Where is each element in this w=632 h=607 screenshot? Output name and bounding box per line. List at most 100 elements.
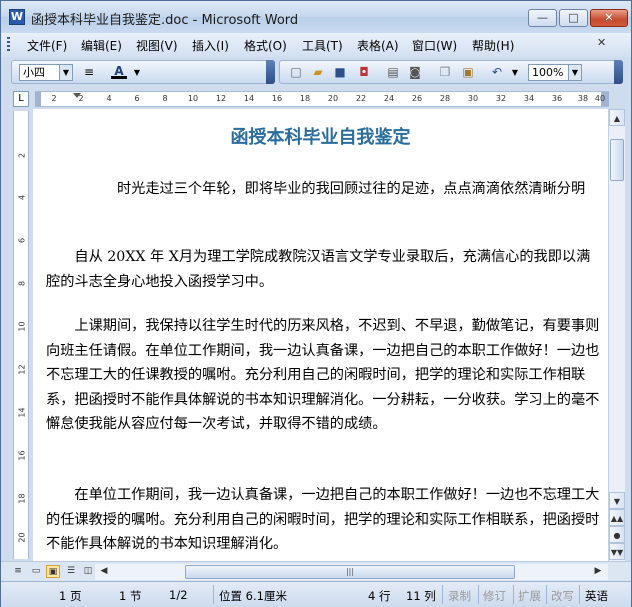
chevron-down-icon[interactable]: ▼ [129, 65, 145, 80]
reading-layout-icon[interactable]: ◫ [81, 565, 95, 578]
menu-edit[interactable]: 编辑(E) [81, 37, 122, 54]
status-record-macro[interactable]: 录制 [448, 588, 471, 604]
ruler-tick: 20 [327, 94, 339, 103]
permission-icon[interactable]: ◘ [356, 65, 372, 80]
chevron-down-icon[interactable]: ▼ [568, 65, 581, 80]
menu-view[interactable]: 视图(V) [136, 37, 178, 54]
tab-stop-selector[interactable]: L [13, 91, 29, 107]
horizontal-scrollbar[interactable]: ◀ ||| ▶ [95, 564, 608, 580]
toolbar-options-icon[interactable] [266, 60, 275, 84]
paragraph: 时光走过三个年轮，即将毕业的我回顾过往的足迹，点点滴滴依然清晰分明 [46, 181, 586, 197]
word-app-icon[interactable]: W [9, 9, 25, 25]
menu-tools[interactable]: 工具(T) [302, 37, 343, 54]
ruler-tick: 18 [299, 94, 311, 103]
title-bar: W 函授本科毕业自我鉴定.doc - Microsoft Word — □ ✕ [1, 1, 631, 33]
ruler-tick: 24 [383, 94, 395, 103]
web-layout-icon[interactable]: ▭ [29, 565, 43, 578]
scroll-down-icon[interactable]: ▼ [609, 492, 625, 509]
status-row: 4 行 [368, 589, 391, 603]
new-document-icon[interactable]: □ [288, 65, 304, 80]
menu-table[interactable]: 表格(A) [357, 37, 399, 54]
close-button[interactable]: ✕ [590, 9, 628, 27]
font-size-combo[interactable]: 小四 ▼ [19, 64, 73, 81]
ruler-tick: 28 [439, 94, 451, 103]
menu-format[interactable]: 格式(O) [244, 37, 287, 54]
document-title: 函授本科毕业自我鉴定 [230, 127, 411, 148]
vruler-tick: 18 [17, 493, 27, 504]
previous-page-icon[interactable]: ▲▲ [609, 509, 625, 526]
vruler-tick: 2 [17, 152, 27, 159]
status-section: 1 节 [119, 589, 142, 603]
vruler-tick: 10 [17, 321, 27, 332]
ruler-tick: 2 [51, 94, 57, 103]
scroll-left-icon[interactable]: ◀ [97, 565, 111, 578]
horizontal-scroll-thumb[interactable]: ||| [185, 565, 515, 579]
open-folder-icon[interactable]: ▰ [310, 65, 326, 80]
select-browse-object-icon[interactable]: ● [609, 526, 625, 543]
align-justify-icon[interactable]: ≡ [81, 65, 97, 80]
menu-file[interactable]: 文件(F) [27, 37, 67, 54]
chevron-down-icon[interactable]: ▼ [59, 65, 72, 80]
horizontal-ruler[interactable]: 2 2 4 6 8 10 12 14 16 18 20 22 24 26 28 … [35, 91, 609, 107]
ruler-tick: 32 [495, 94, 507, 103]
zoom-combo[interactable]: 100% ▼ [528, 64, 582, 81]
ruler-tick: 14 [243, 94, 255, 103]
paste-icon[interactable]: ▣ [460, 65, 476, 80]
vruler-tick: 20 [17, 532, 27, 543]
ruler-tick: 8 [162, 94, 168, 103]
vruler-tick: 14 [17, 407, 27, 418]
status-pages: 1/2 [169, 588, 188, 602]
toolbar-options-icon[interactable] [614, 60, 623, 84]
ruler-tick: 4 [106, 94, 112, 103]
doc-window-controls: ✕ [593, 36, 623, 54]
normal-view-icon[interactable]: ≡ [11, 565, 25, 578]
ruler-tick: 30 [467, 94, 479, 103]
paragraph: 自从 20XX 年 X月为理工学院成教院汉语言文学专业录取后，充满信心的我即以满… [46, 249, 591, 290]
window-title: 函授本科毕业自我鉴定.doc - Microsoft Word [31, 13, 299, 28]
doc-close-icon[interactable]: ✕ [597, 36, 606, 49]
menu-grip[interactable] [7, 37, 10, 53]
font-color-icon[interactable]: A [111, 65, 127, 79]
ruler-tick: 10 [187, 94, 199, 103]
status-extend[interactable]: 扩展 [518, 588, 541, 604]
undo-icon[interactable]: ↶ [489, 65, 505, 80]
menu-window[interactable]: 窗口(W) [412, 37, 457, 54]
scroll-up-icon[interactable]: ▲ [609, 109, 625, 126]
status-overtype[interactable]: 改写 [551, 588, 574, 604]
status-position: 位置 6.1厘米 [219, 589, 287, 603]
menu-help[interactable]: 帮助(H) [472, 37, 514, 54]
ruler-tick: 40 [594, 94, 606, 103]
vertical-scrollbar[interactable]: ▲ ▼ ▲▲ ● ▼▼ [608, 109, 625, 561]
scroll-right-icon[interactable]: ▶ [591, 565, 605, 578]
menu-insert[interactable]: 插入(I) [192, 37, 229, 54]
ruler-tick: 22 [355, 94, 367, 103]
paragraph: 上课期间，我保持以往学生时代的历来风格，不迟到、不早退，勤做笔记，有要事则向班主… [46, 318, 600, 432]
outline-view-icon[interactable]: ☰ [64, 565, 78, 578]
menu-bar: 文件(F) 编辑(E) 视图(V) 插入(I) 格式(O) 工具(T) 表格(A… [1, 33, 631, 57]
document-page[interactable]: 函授本科毕业自我鉴定 时光走过三个年轮，即将毕业的我回顾过往的足迹，点点滴滴依然… [33, 109, 608, 561]
status-page: 1 页 [59, 589, 82, 603]
copy-icon[interactable]: ❐ [437, 65, 453, 80]
view-and-scroll-row: ≡ ▭ ▣ ☰ ◫ ◀ ||| ▶ [1, 561, 631, 581]
vertical-scroll-thumb[interactable] [610, 139, 624, 181]
vertical-ruler[interactable]: 2 4 6 8 10 12 14 16 18 20 [13, 111, 29, 559]
status-column: 11 列 [406, 589, 436, 603]
paragraph: 在单位工作期间，我一边认真备课，一边把自己的本职工作做好！一边也不忘理工大的任课… [46, 487, 600, 552]
ruler-tick: 12 [215, 94, 227, 103]
next-page-icon[interactable]: ▼▼ [609, 543, 625, 560]
toolbar: 小四 ▼ ≡ A ▼ □ ▰ ■ ◘ ▤ ◙ ❐ ▣ ↶ ▼ 100% ▼ [1, 57, 631, 87]
status-bar: 1 页 1 节 1/2 位置 6.1厘米 4 行 11 列 录制 修订 扩展 改… [1, 581, 631, 607]
maximize-button[interactable]: □ [559, 9, 588, 27]
print-icon[interactable]: ▤ [385, 65, 401, 80]
print-preview-icon[interactable]: ◙ [407, 65, 423, 80]
save-icon[interactable]: ■ [332, 65, 348, 80]
chevron-down-icon[interactable]: ▼ [507, 65, 523, 80]
status-track-changes[interactable]: 修订 [483, 588, 506, 604]
vruler-tick: 4 [17, 194, 27, 201]
print-layout-icon[interactable]: ▣ [46, 565, 60, 578]
status-language[interactable]: 英语 [585, 588, 608, 604]
minimize-button[interactable]: — [528, 9, 557, 27]
ruler-tick: 38 [577, 94, 589, 103]
vruler-tick: 6 [17, 237, 27, 244]
ruler-tick: 36 [551, 94, 563, 103]
